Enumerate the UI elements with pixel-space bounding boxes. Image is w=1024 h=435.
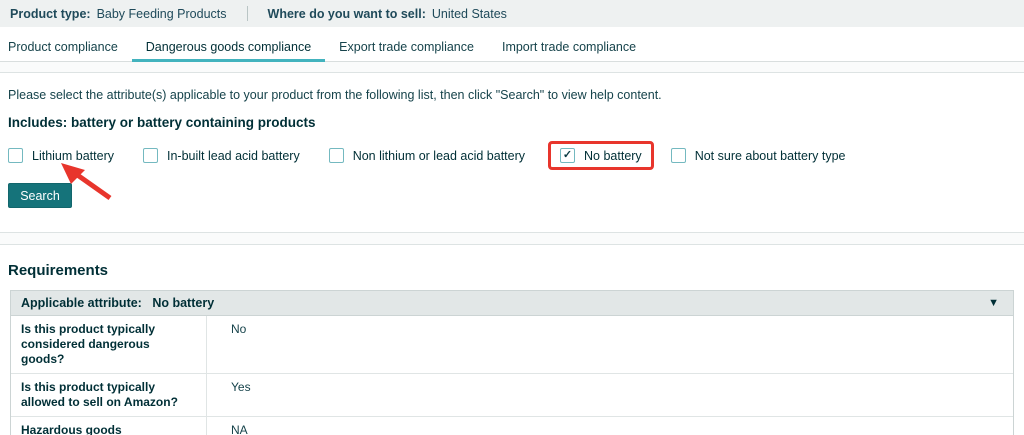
product-type-value: Baby Feeding Products	[97, 7, 227, 21]
tab-import-trade-compliance[interactable]: Import trade compliance	[488, 34, 650, 62]
row-value: NA	[207, 417, 258, 435]
checkbox-label: Non lithium or lead acid battery	[353, 149, 525, 163]
table-row: Is this product typically allowed to sel…	[11, 374, 1013, 417]
compliance-page: { "topbar": { "product_type_label": "Pro…	[0, 0, 1024, 435]
checkbox-non-lithium-lead-acid-battery[interactable]: Non lithium or lead acid battery	[329, 148, 525, 163]
checkbox-lithium-battery[interactable]: Lithium battery	[8, 148, 114, 163]
checkbox-unchecked-icon[interactable]	[143, 148, 158, 163]
includes-heading: Includes: battery or battery containing …	[8, 115, 1016, 130]
checkbox-inbuilt-lead-acid-battery[interactable]: In-built lead acid battery	[143, 148, 300, 163]
row-label: Is this product typically considered dan…	[11, 316, 207, 373]
checkbox-label: No battery	[584, 149, 642, 163]
checkbox-unchecked-icon[interactable]	[8, 148, 23, 163]
search-button[interactable]: Search	[8, 183, 72, 208]
main-content: Please select the attribute(s) applicabl…	[0, 88, 1024, 208]
divider	[247, 6, 248, 21]
chevron-down-icon[interactable]: ▼	[988, 297, 999, 309]
header-value: No battery	[152, 296, 214, 310]
compliance-tabs: Product compliance Dangerous goods compl…	[0, 34, 1024, 62]
tab-dangerous-goods-compliance[interactable]: Dangerous goods compliance	[132, 34, 325, 62]
checkbox-unchecked-icon[interactable]	[671, 148, 686, 163]
requirements-table: Applicable attribute: No battery ▼ Is th…	[10, 290, 1014, 435]
row-label: Is this product typically allowed to sel…	[11, 374, 207, 416]
checkbox-label: Lithium battery	[32, 149, 114, 163]
header-text: Applicable attribute: No battery	[21, 296, 214, 310]
row-value: Yes	[207, 374, 261, 416]
sell-location-value: United States	[432, 7, 507, 21]
header-label: Applicable attribute:	[21, 296, 142, 310]
checkbox-label: In-built lead acid battery	[167, 149, 300, 163]
product-type-label: Product type:	[10, 7, 91, 21]
table-row: Is this product typically considered dan…	[11, 316, 1013, 374]
sell-location-label: Where do you want to sell:	[268, 7, 426, 21]
checkbox-checked-icon[interactable]: ✓	[560, 148, 575, 163]
tab-product-compliance[interactable]: Product compliance	[0, 34, 132, 62]
table-row: Hazardous goods classification NA	[11, 417, 1013, 435]
section-divider-band	[0, 62, 1024, 73]
context-bar: Product type: Baby Feeding Products Wher…	[0, 0, 1024, 27]
checkbox-no-battery-annotated[interactable]: ✓ No battery	[548, 141, 654, 170]
tab-export-trade-compliance[interactable]: Export trade compliance	[325, 34, 488, 62]
row-label: Hazardous goods classification	[11, 417, 207, 435]
checkbox-not-sure-battery-type[interactable]: Not sure about battery type	[671, 148, 846, 163]
section-divider-band	[0, 232, 1024, 245]
battery-checkbox-row: Lithium battery In-built lead acid batte…	[8, 141, 1016, 170]
checkbox-unchecked-icon[interactable]	[329, 148, 344, 163]
instructions-text: Please select the attribute(s) applicabl…	[8, 88, 1016, 102]
requirements-heading: Requirements	[8, 262, 1016, 279]
table-header-applicable-attribute[interactable]: Applicable attribute: No battery ▼	[11, 291, 1013, 316]
checkbox-label: Not sure about battery type	[695, 149, 846, 163]
row-value: No	[207, 316, 256, 373]
